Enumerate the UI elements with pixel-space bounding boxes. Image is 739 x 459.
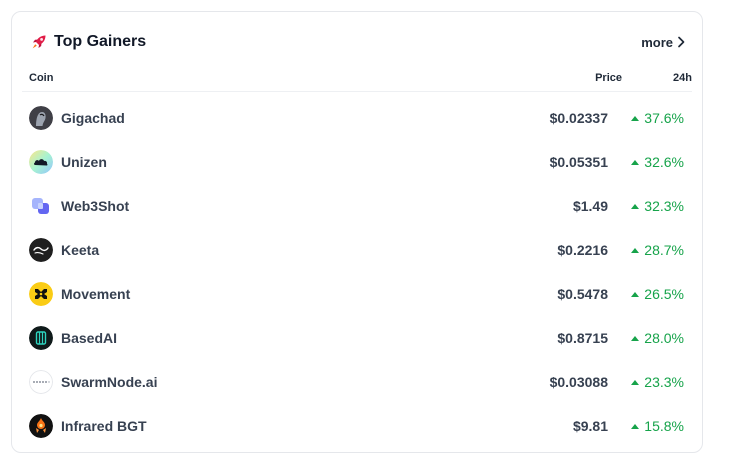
- more-label: more: [641, 34, 673, 50]
- coin-change: 15.8%: [631, 418, 684, 434]
- change-value: 23.3%: [644, 374, 684, 390]
- table-header: Coin Price 24h: [22, 70, 692, 90]
- table-row[interactable]: SwarmNode.ai $0.03088 23.3%: [22, 360, 692, 404]
- keeta-logo-icon: [29, 238, 53, 262]
- more-link[interactable]: more: [641, 35, 686, 50]
- table-row[interactable]: Movement $0.5478 26.5%: [22, 272, 692, 316]
- card-title: Top Gainers: [54, 33, 147, 50]
- coin-cell: Web3Shot: [22, 194, 129, 218]
- coin-price: $1.49: [572, 198, 608, 214]
- coin-price: $0.5478: [557, 286, 608, 302]
- coin-cell: Keeta: [22, 238, 99, 262]
- caret-up-icon: [631, 203, 640, 209]
- column-header-price: Price: [595, 72, 622, 84]
- top-gainers-card: Top Gainers more Coin Price 24h Gigachad…: [11, 11, 703, 453]
- coin-cell: Infrared BGT: [22, 414, 147, 438]
- card-header: Top Gainers more: [30, 30, 686, 54]
- header-divider: [22, 91, 692, 92]
- coin-name: Movement: [61, 286, 131, 302]
- table-row[interactable]: Gigachad $0.02337 37.6%: [22, 96, 692, 140]
- caret-up-icon: [631, 159, 640, 165]
- gigachad-logo-icon: [29, 106, 53, 130]
- coin-price: $0.03088: [549, 374, 608, 390]
- coin-change: 26.5%: [631, 286, 684, 302]
- coin-change: 32.3%: [631, 198, 684, 214]
- caret-up-icon: [631, 291, 640, 297]
- coin-cell: Gigachad: [22, 106, 125, 130]
- coin-name: SwarmNode.ai: [61, 374, 158, 390]
- coin-cell: SwarmNode.ai: [22, 370, 157, 394]
- caret-up-icon: [631, 379, 640, 385]
- caret-up-icon: [631, 247, 640, 253]
- coin-price: $0.2216: [557, 242, 608, 258]
- coin-price: $0.02337: [549, 110, 608, 126]
- rocket-icon: [30, 33, 48, 51]
- web3shot-logo-icon: [29, 194, 53, 218]
- coin-list: Gigachad $0.02337 37.6% Unizen $0.05351 …: [22, 96, 692, 448]
- coin-name: Unizen: [61, 154, 107, 170]
- coin-change: 23.3%: [631, 374, 684, 390]
- coin-change: 32.6%: [631, 154, 684, 170]
- infrared-bgt-logo-icon: [29, 414, 53, 438]
- coin-name: Keeta: [61, 242, 100, 258]
- table-row[interactable]: Keeta $0.2216 28.7%: [22, 228, 692, 272]
- coin-name: BasedAI: [61, 330, 118, 346]
- table-row[interactable]: Unizen $0.05351 32.6%: [22, 140, 692, 184]
- change-value: 28.0%: [644, 330, 684, 346]
- coin-change: 28.0%: [631, 330, 684, 346]
- caret-up-icon: [631, 335, 640, 341]
- title-group: Top Gainers: [30, 33, 146, 51]
- coin-price: $0.8715: [557, 330, 608, 346]
- unizen-logo-icon: [29, 150, 53, 174]
- change-value: 37.6%: [644, 110, 684, 126]
- coin-change: 28.7%: [631, 242, 684, 258]
- change-value: 15.8%: [644, 418, 684, 434]
- coin-cell: Unizen: [22, 150, 107, 174]
- basedai-logo-icon: [29, 326, 53, 350]
- coin-price: $9.81: [572, 418, 608, 434]
- coin-name: Gigachad: [61, 110, 125, 126]
- change-value: 26.5%: [644, 286, 684, 302]
- movement-logo-icon: [29, 282, 53, 306]
- change-value: 28.7%: [644, 242, 684, 258]
- coin-price: $0.05351: [549, 154, 608, 170]
- change-value: 32.6%: [644, 154, 684, 170]
- swarmnode-logo-icon: [29, 370, 53, 394]
- coin-name: Infrared BGT: [61, 418, 147, 434]
- caret-up-icon: [631, 423, 640, 429]
- column-header-coin: Coin: [29, 72, 54, 84]
- coin-cell: BasedAI: [22, 326, 117, 350]
- chevron-right-icon: [678, 36, 685, 48]
- column-header-24h: 24h: [673, 72, 692, 84]
- change-value: 32.3%: [644, 198, 684, 214]
- coin-change: 37.6%: [631, 110, 684, 126]
- caret-up-icon: [631, 115, 640, 121]
- table-row[interactable]: Web3Shot $1.49 32.3%: [22, 184, 692, 228]
- table-row[interactable]: Infrared BGT $9.81 15.8%: [22, 404, 692, 448]
- coin-cell: Movement: [22, 282, 130, 306]
- table-row[interactable]: BasedAI $0.8715 28.0%: [22, 316, 692, 360]
- coin-name: Web3Shot: [61, 198, 130, 214]
